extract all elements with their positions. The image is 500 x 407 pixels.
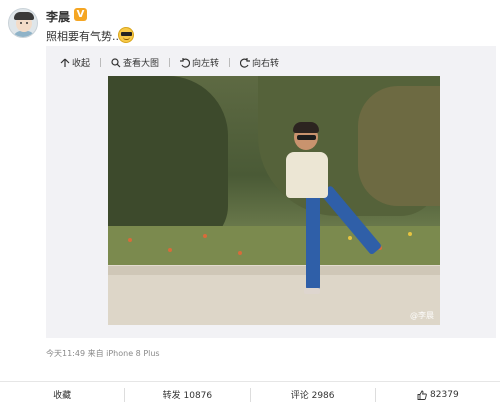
avatar-eye bbox=[20, 22, 22, 24]
repost-button[interactable]: 转发 10876 bbox=[125, 382, 249, 407]
like-button[interactable]: 82379 bbox=[376, 382, 500, 407]
verified-badge-icon: V bbox=[74, 8, 87, 21]
comment-label: 评论 2986 bbox=[290, 391, 335, 401]
toolbar-divider bbox=[100, 58, 102, 67]
photo-watermark: @李晨 bbox=[410, 311, 434, 320]
favorite-button[interactable]: 收藏 bbox=[0, 382, 124, 407]
photo-curb bbox=[108, 265, 440, 275]
media-panel: 收起 查看大图 向左转 向右转 @李晨 bbox=[46, 46, 496, 338]
username[interactable]: 李晨 bbox=[46, 8, 70, 25]
rotate-right-label: 向右转 bbox=[252, 59, 280, 69]
toolbar-divider bbox=[169, 58, 171, 67]
avatar[interactable] bbox=[8, 8, 38, 38]
photo-boy-hair bbox=[293, 122, 319, 133]
collapse-icon bbox=[60, 58, 70, 67]
photo-flowerbed bbox=[108, 226, 440, 266]
photo-boy-sunglasses bbox=[297, 135, 316, 140]
search-icon bbox=[111, 57, 121, 67]
collapse-button[interactable]: 收起 bbox=[60, 56, 90, 69]
view-large-button[interactable]: 查看大图 bbox=[111, 56, 159, 69]
photo-tree bbox=[108, 76, 228, 246]
thumbs-up-icon bbox=[417, 390, 427, 400]
avatar-shirt bbox=[13, 31, 35, 37]
toolbar-divider bbox=[229, 58, 231, 67]
action-bar: 收藏 转发 10876 评论 2986 82379 bbox=[0, 381, 500, 407]
like-count: 82379 bbox=[430, 389, 459, 400]
post-photo[interactable]: @李晨 bbox=[108, 76, 440, 325]
media-toolbar: 收起 查看大图 向左转 向右转 bbox=[60, 56, 289, 69]
comment-button[interactable]: 评论 2986 bbox=[251, 382, 375, 407]
photo-ground bbox=[108, 275, 440, 325]
photo-boy-shirt bbox=[286, 152, 328, 198]
post-text: 照相要有气势... bbox=[46, 30, 123, 43]
rotate-left-icon bbox=[180, 57, 191, 68]
post-time-source[interactable]: 今天11:49 来自 iPhone 8 Plus bbox=[46, 348, 160, 359]
repost-label: 转发 10876 bbox=[162, 391, 213, 401]
avatar-hair bbox=[14, 12, 34, 20]
photo-boy-shoe bbox=[304, 288, 320, 294]
rotate-right-button[interactable]: 向右转 bbox=[240, 56, 279, 69]
photo-boy-leg bbox=[306, 194, 320, 290]
avatar-eye bbox=[26, 22, 28, 24]
emoji-mouth bbox=[123, 37, 130, 40]
photo-tree bbox=[358, 86, 440, 206]
rotate-left-label: 向左转 bbox=[192, 59, 220, 69]
rotate-right-icon bbox=[240, 57, 251, 68]
favorite-label: 收藏 bbox=[53, 391, 72, 401]
emoji-glasses bbox=[121, 32, 132, 36]
collapse-label: 收起 bbox=[72, 59, 91, 69]
view-large-label: 查看大图 bbox=[123, 59, 160, 69]
rotate-left-button[interactable]: 向左转 bbox=[180, 56, 219, 69]
cool-sunglasses-emoji-icon bbox=[118, 27, 134, 43]
